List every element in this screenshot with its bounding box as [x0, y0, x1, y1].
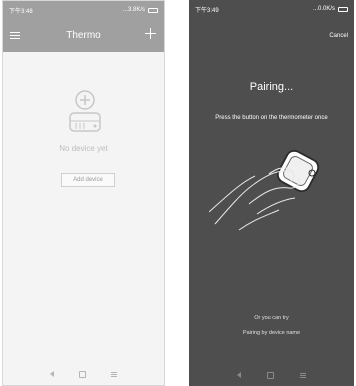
plus-icon[interactable] — [145, 28, 156, 39]
menu-icon[interactable] — [10, 32, 20, 40]
status-time: 下午3:49 — [195, 7, 219, 14]
net-speed: ...3.8K/s — [122, 7, 145, 13]
phone-screen-pairing: 下午3:49 ...0.0K/s Cancel Pairing... Press… — [189, 0, 354, 386]
system-nav-bar — [3, 363, 164, 385]
phone-screen-thermo: 下午3:48 ...3.8K/s Thermo No device yet Ad… — [2, 0, 165, 386]
back-icon[interactable] — [237, 372, 241, 378]
status-bar: 下午3:48 ...3.8K/s — [3, 1, 164, 19]
status-bar: 下午3:49 ...0.0K/s — [189, 0, 354, 18]
thermometer-device-icon — [69, 90, 101, 132]
pairing-title: Pairing... — [249, 81, 294, 93]
add-device-button[interactable]: Add device — [61, 173, 115, 187]
status-right: ...3.8K/s — [123, 7, 158, 13]
back-icon[interactable] — [50, 371, 55, 377]
app-header: 下午3:48 ...3.8K/s Thermo — [3, 1, 164, 52]
recents-icon[interactable] — [300, 372, 306, 378]
status-right: ...0.0K/s — [313, 6, 348, 12]
page-title: Thermo — [66, 30, 101, 41]
status-time: 下午3:48 — [9, 8, 33, 15]
pairing-instruction: Press the button on the thermometer once — [215, 115, 328, 121]
empty-state-text: No device yet — [59, 144, 108, 153]
net-speed: ...0.0K/s — [312, 6, 335, 12]
system-nav-bar — [189, 364, 354, 386]
battery-icon — [338, 6, 348, 12]
home-icon[interactable] — [267, 371, 274, 379]
recents-icon[interactable] — [110, 371, 117, 377]
alternative-prompt: Or you can try — [254, 315, 289, 321]
home-icon[interactable] — [78, 370, 86, 378]
toolbar: Thermo — [3, 19, 164, 52]
battery-icon — [148, 7, 158, 13]
hand-pressing-thermometer-icon — [209, 149, 320, 231]
pair-by-name-link[interactable]: Pairing by device name — [189, 330, 354, 336]
cancel-button[interactable]: Cancel — [329, 33, 348, 39]
